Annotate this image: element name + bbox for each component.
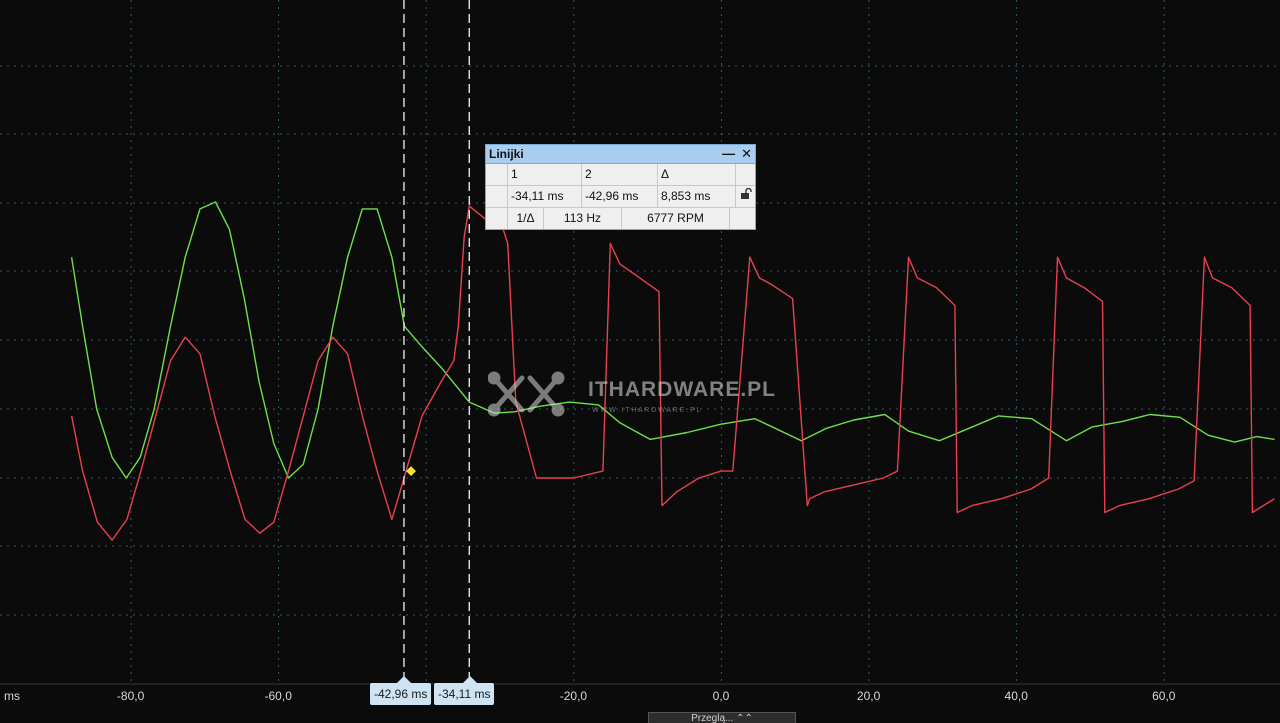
- delta-value: 8,853 ms: [658, 186, 736, 207]
- scope-chart[interactable]: ms -80,0 -60,0 -20,0 0,0 20,0 40,0 60,0: [0, 0, 1280, 720]
- overview-tab[interactable]: Przeglą... ⌃⌃: [648, 712, 796, 723]
- rulers-title: Linijki: [489, 147, 524, 161]
- ruler-1-header: 1: [508, 164, 582, 185]
- close-button[interactable]: ✕: [741, 146, 752, 162]
- unlocked-icon[interactable]: [736, 186, 755, 207]
- ithardware-logo-icon: [487, 371, 565, 417]
- rulers-panel[interactable]: Linijki — ✕ 1 2 Δ -34,11 ms -42,96 ms 8,…: [485, 144, 756, 230]
- row-stub: [486, 186, 508, 207]
- watermark-text: ITHARDWARE.PL: [588, 378, 776, 401]
- watermark: ITHARDWARE.PL W W W . I T H A R D W A R …: [487, 370, 798, 418]
- ruler-1-value: -34,11 ms: [508, 186, 582, 207]
- x-tick-label: 20,0: [857, 689, 881, 703]
- row-stub: [730, 208, 749, 229]
- frequency-value: 113 Hz: [544, 208, 622, 229]
- row-stub: [486, 208, 508, 229]
- rulers-frequency-row: 1/Δ 113 Hz 6777 RPM: [486, 208, 755, 229]
- x-axis-ticks: ms -80,0 -60,0 -20,0 0,0 20,0 40,0 60,0: [4, 689, 1176, 703]
- inverse-delta-label: 1/Δ: [508, 208, 544, 229]
- row-stub: [486, 164, 508, 185]
- cursor-1-label[interactable]: -42,96 ms: [370, 676, 432, 705]
- x-tick-label: 40,0: [1005, 689, 1029, 703]
- cursor-2-label[interactable]: -34,11 ms: [434, 676, 495, 705]
- rulers-titlebar[interactable]: Linijki — ✕: [486, 145, 755, 164]
- rulers-header-row: 1 2 Δ: [486, 164, 755, 186]
- delta-header: Δ: [658, 164, 736, 185]
- chart-grid: [0, 0, 1280, 685]
- ruler-2-value: -42,96 ms: [582, 186, 658, 207]
- header-stub: [736, 164, 755, 185]
- x-tick-label: -20,0: [560, 689, 588, 703]
- rulers-values-row: -34,11 ms -42,96 ms 8,853 ms: [486, 186, 755, 208]
- x-tick-label: 60,0: [1152, 689, 1176, 703]
- ruler-2-header: 2: [582, 164, 658, 185]
- minimize-button[interactable]: —: [722, 146, 735, 162]
- x-tick-label: -80,0: [117, 689, 145, 703]
- rpm-value: 6777 RPM: [622, 208, 730, 229]
- x-tick-label: -60,0: [265, 689, 293, 703]
- watermark-url: W W W . I T H A R D W A R E . P L: [592, 407, 701, 414]
- x-tick-label: ms: [4, 689, 20, 703]
- cursor-lines[interactable]: [403, 0, 470, 684]
- x-tick-label: 0,0: [713, 689, 730, 703]
